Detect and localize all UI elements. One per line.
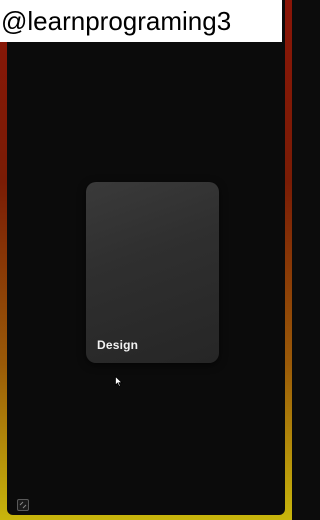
pointer-cursor-icon xyxy=(115,376,123,387)
watermark-banner: @learnprograming3 xyxy=(0,0,282,42)
device-frame: Design @learnprograming3 xyxy=(0,0,292,520)
design-card[interactable]: Design xyxy=(86,182,219,363)
app-screen: Design xyxy=(7,0,285,515)
card-label: Design xyxy=(97,338,139,352)
expand-icon[interactable] xyxy=(17,499,29,511)
